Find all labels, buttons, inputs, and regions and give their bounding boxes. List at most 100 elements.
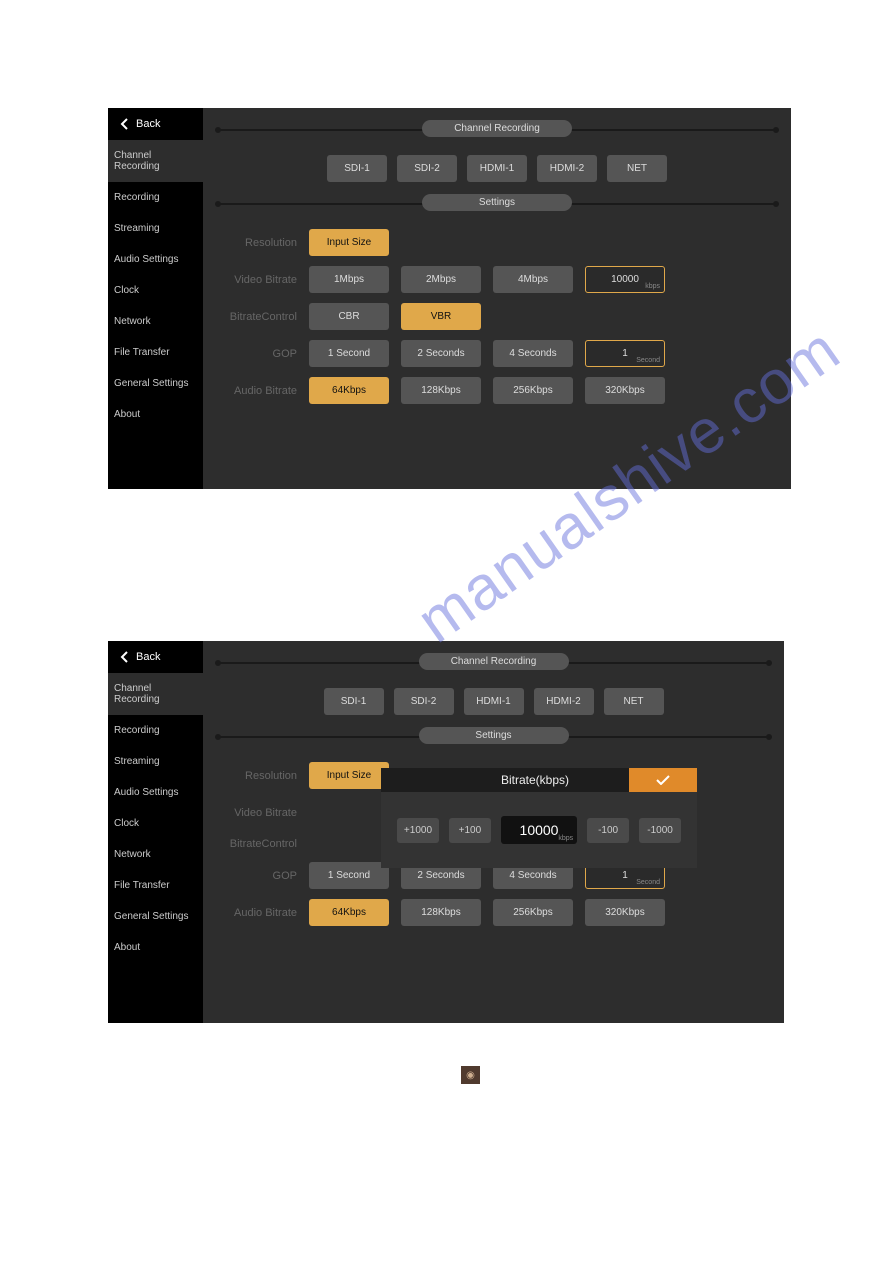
channel-row-2: SDI-1 SDI-2 HDMI-1 HDMI-2 NET [217,688,770,715]
channel-sdi1-2[interactable]: SDI-1 [324,688,384,715]
gop-custom[interactable]: 1 Second [585,340,665,367]
gop-unit-2: Second [636,879,660,886]
step-minus-100[interactable]: -100 [587,818,629,843]
section-channel-label: Channel Recording [422,120,572,137]
sidebar-item-channel-recording-2[interactable]: Channel Recording [108,673,203,715]
sidebar-item-channel-recording[interactable]: Channel Recording [108,140,203,182]
bitrate-modal-unit: kbps [558,835,573,842]
sidebar-item-about[interactable]: About [108,399,203,430]
option-320kbps[interactable]: 320Kbps [585,377,665,404]
label-bitrate-control: BitrateControl [217,311,297,323]
option-gop-1s-2[interactable]: 1 Second [309,862,389,889]
channel-hdmi2-2[interactable]: HDMI-2 [534,688,594,715]
section-settings-header: Settings [217,194,777,211]
row-video-bitrate: Video Bitrate 1Mbps 2Mbps 4Mbps 10000 kb… [217,266,777,293]
channel-hdmi1-2[interactable]: HDMI-1 [464,688,524,715]
gop-unit: Second [636,357,660,364]
row-resolution: Resolution Input Size [217,229,777,256]
section-channel-header: Channel Recording [217,120,777,137]
option-1mbps[interactable]: 1Mbps [309,266,389,293]
step-plus-1000[interactable]: +1000 [397,818,439,843]
sidebar-item-network-2[interactable]: Network [108,839,203,870]
sidebar: Back Channel Recording Recording Streami… [108,108,203,489]
label-gop: GOP [217,348,297,360]
chevron-left-icon [120,651,128,663]
sidebar-item-streaming-2[interactable]: Streaming [108,746,203,777]
option-gop-4s[interactable]: 4 Seconds [493,340,573,367]
option-vbr[interactable]: VBR [401,303,481,330]
channel-sdi2-2[interactable]: SDI-2 [394,688,454,715]
option-4mbps[interactable]: 4Mbps [493,266,573,293]
gop-value: 1 [622,348,628,359]
label-gop-2: GOP [217,870,297,882]
main-panel: Channel Recording SDI-1 SDI-2 HDMI-1 HDM… [203,108,791,489]
option-128kbps-2[interactable]: 128Kbps [401,899,481,926]
option-gop-1s[interactable]: 1 Second [309,340,389,367]
channel-sdi1[interactable]: SDI-1 [327,155,387,182]
screenshot-1: Back Channel Recording Recording Streami… [108,108,791,489]
label-bitrate-control-2: BitrateControl [217,838,297,850]
bitrate-modal-header: Bitrate(kbps) [381,768,697,792]
video-bitrate-unit: kbps [645,283,660,290]
sidebar-item-general-settings[interactable]: General Settings [108,368,203,399]
channel-hdmi1[interactable]: HDMI-1 [467,155,527,182]
option-64kbps[interactable]: 64Kbps [309,377,389,404]
section-settings-label-2: Settings [419,727,569,744]
label-video-bitrate: Video Bitrate [217,274,297,286]
row-gop: GOP 1 Second 2 Seconds 4 Seconds 1 Secon… [217,340,777,367]
label-resolution-2: Resolution [217,770,297,782]
option-128kbps[interactable]: 128Kbps [401,377,481,404]
option-64kbps-2[interactable]: 64Kbps [309,899,389,926]
screenshot-2: Back Channel Recording Recording Streami… [108,641,784,1023]
option-256kbps[interactable]: 256Kbps [493,377,573,404]
option-256kbps-2[interactable]: 256Kbps [493,899,573,926]
bitrate-modal-title: Bitrate(kbps) [381,773,629,787]
sidebar-item-network[interactable]: Network [108,306,203,337]
bitrate-modal-value-box[interactable]: 10000 kbps [501,816,577,844]
label-resolution: Resolution [217,237,297,249]
section-settings-label: Settings [422,194,572,211]
channel-hdmi2[interactable]: HDMI-2 [537,155,597,182]
section-settings-header-2: Settings [217,727,770,744]
option-320kbps-2[interactable]: 320Kbps [585,899,665,926]
option-cbr[interactable]: CBR [309,303,389,330]
section-channel-header-2: Channel Recording [217,653,770,670]
channel-sdi2[interactable]: SDI-2 [397,155,457,182]
sidebar-item-general-settings-2[interactable]: General Settings [108,901,203,932]
sidebar-item-audio-settings[interactable]: Audio Settings [108,244,203,275]
back-button-2[interactable]: Back [108,641,203,673]
back-label-2: Back [136,651,160,663]
option-2mbps[interactable]: 2Mbps [401,266,481,293]
sidebar-item-audio-settings-2[interactable]: Audio Settings [108,777,203,808]
sidebar-item-clock-2[interactable]: Clock [108,808,203,839]
sidebar-item-clock[interactable]: Clock [108,275,203,306]
section-channel-label-2: Channel Recording [419,653,569,670]
bitrate-modal-confirm[interactable] [629,768,697,792]
sidebar-2: Back Channel Recording Recording Streami… [108,641,203,1023]
check-icon [656,775,670,785]
settings-grid: Resolution Input Size Video Bitrate 1Mbp… [217,229,777,404]
sidebar-item-file-transfer[interactable]: File Transfer [108,337,203,368]
sidebar-item-about-2[interactable]: About [108,932,203,963]
sidebar-item-recording[interactable]: Recording [108,182,203,213]
option-input-size-2[interactable]: Input Size [309,762,389,789]
bitrate-modal-value: 10000 [520,822,559,838]
video-bitrate-value: 10000 [611,274,639,285]
sidebar-item-streaming[interactable]: Streaming [108,213,203,244]
row-audio-bitrate-2: Audio Bitrate 64Kbps 128Kbps 256Kbps 320… [217,899,770,926]
gop-value-2: 1 [622,870,628,881]
step-minus-1000[interactable]: -1000 [639,818,681,843]
row-bitrate-control: BitrateControl CBR VBR [217,303,777,330]
sidebar-item-file-transfer-2[interactable]: File Transfer [108,870,203,901]
label-audio-bitrate-2: Audio Bitrate [217,907,297,919]
sidebar-item-recording-2[interactable]: Recording [108,715,203,746]
main-panel-2: Channel Recording SDI-1 SDI-2 HDMI-1 HDM… [203,641,784,1023]
channel-net[interactable]: NET [607,155,667,182]
step-plus-100[interactable]: +100 [449,818,491,843]
channel-net-2[interactable]: NET [604,688,664,715]
back-button[interactable]: Back [108,108,203,140]
option-input-size[interactable]: Input Size [309,229,389,256]
bitrate-modal-body: +1000 +100 10000 kbps -100 -1000 [381,792,697,868]
video-bitrate-custom[interactable]: 10000 kbps [585,266,665,293]
option-gop-2s[interactable]: 2 Seconds [401,340,481,367]
